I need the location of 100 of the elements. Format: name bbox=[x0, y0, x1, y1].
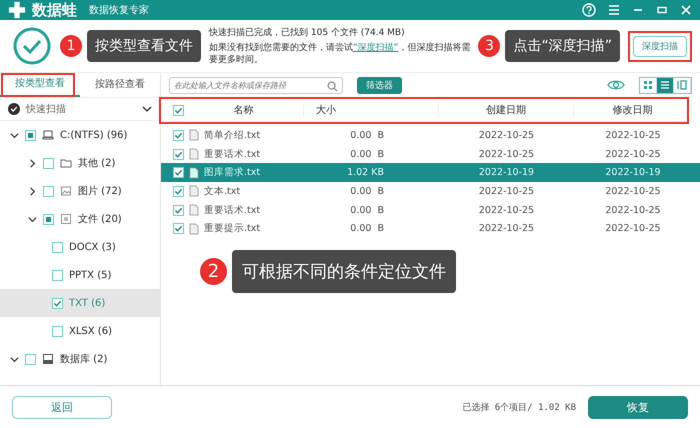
row-checkbox[interactable] bbox=[173, 204, 184, 216]
tree-item[interactable]: 数据库 (2) bbox=[0, 345, 160, 373]
tree-item[interactable]: 文件 (20) bbox=[0, 205, 160, 233]
view-tab[interactable]: 按类型查看 bbox=[0, 73, 80, 97]
file-name: 文本.txt bbox=[204, 184, 240, 198]
tree-checkbox[interactable] bbox=[52, 270, 63, 280]
back-button[interactable]: 返回 bbox=[12, 396, 112, 418]
tree-checkbox[interactable] bbox=[52, 326, 63, 336]
row-checkbox[interactable] bbox=[173, 130, 184, 141]
view-tab[interactable]: 按路径查看 bbox=[80, 74, 160, 96]
tree-checkbox[interactable] bbox=[43, 186, 54, 196]
step-number-badge: 3 bbox=[478, 35, 500, 57]
chevron-down-icon[interactable] bbox=[10, 130, 19, 140]
deep-scan-button[interactable]: 深度扫描 bbox=[633, 36, 687, 56]
tree-item[interactable]: PPTX (5) bbox=[0, 261, 160, 289]
tree-checkbox[interactable] bbox=[43, 158, 54, 168]
modified-date: 2022-10-25 bbox=[604, 148, 662, 160]
created-date: 2022-10-25 bbox=[478, 223, 536, 234]
modified-date: 2022-10-25 bbox=[604, 130, 662, 141]
file-size: 0.00 B bbox=[349, 148, 385, 160]
help-icon[interactable] bbox=[582, 3, 596, 17]
select-all-checkbox[interactable] bbox=[173, 104, 184, 116]
file-size: 1.02 KB bbox=[346, 167, 385, 178]
columns-icon bbox=[677, 80, 687, 90]
tree-item-label: TXT (6) bbox=[69, 298, 106, 308]
file-row[interactable]: 图库需求.txt 1.02 KB 2022-10-19 2022-10-19 bbox=[161, 163, 700, 182]
tree-checkbox[interactable] bbox=[25, 354, 36, 364]
callout-tooltip: 可根据不同的条件定位文件 bbox=[232, 250, 456, 293]
row-checkbox[interactable] bbox=[173, 223, 184, 234]
file-name: 重要话术.txt bbox=[204, 204, 260, 217]
tree-item-label: C:(NTFS) (96) bbox=[60, 130, 128, 140]
chevron-down-icon[interactable] bbox=[10, 354, 19, 364]
created-date: 2022-10-19 bbox=[478, 167, 536, 178]
recover-button[interactable]: 恢复 bbox=[588, 396, 688, 418]
list-view-button[interactable] bbox=[657, 78, 674, 92]
eye-icon[interactable] bbox=[607, 79, 625, 91]
file-name: 简单介绍.txt bbox=[204, 128, 260, 142]
menu-icon[interactable] bbox=[608, 4, 620, 16]
file-row[interactable]: 重要话术.txt 0.00 B 2022-10-25 2022-10-25 bbox=[161, 144, 700, 164]
chevron-right-icon[interactable] bbox=[28, 186, 37, 196]
list-icon bbox=[660, 80, 670, 90]
tree-item-label: 其他 (2) bbox=[78, 156, 116, 170]
deep-scan-link[interactable]: “深度扫描” bbox=[353, 42, 398, 52]
chevron-down-icon[interactable] bbox=[142, 104, 152, 114]
scan-mode-label: 快速扫描 bbox=[26, 102, 66, 116]
tree-item[interactable]: DOCX (3) bbox=[0, 233, 160, 261]
file-size: 0.00 B bbox=[349, 204, 385, 216]
created-date: 2022-10-25 bbox=[478, 148, 536, 160]
tree-item-label: PPTX (5) bbox=[69, 270, 112, 280]
tree-checkbox[interactable] bbox=[52, 242, 63, 252]
search-icon[interactable] bbox=[327, 80, 338, 92]
file-icon bbox=[189, 185, 199, 198]
file-icon bbox=[189, 148, 199, 160]
filter-button[interactable]: 筛选器 bbox=[357, 76, 402, 94]
file-icon bbox=[189, 204, 199, 216]
tree-item-label: XLSX (6) bbox=[69, 326, 112, 336]
file-row[interactable]: 重要提示.txt 0.00 B 2022-10-25 2022-10-25 bbox=[161, 219, 700, 238]
file-row[interactable]: 重要话术.txt 0.00 B 2022-10-25 2022-10-25 bbox=[161, 200, 700, 220]
modified-date: 2022-10-25 bbox=[604, 204, 662, 216]
selection-status: 已选择 6个项目/ 1.02 KB bbox=[462, 402, 576, 414]
modified-date: 2022-10-19 bbox=[604, 167, 662, 178]
cross-logo-icon bbox=[8, 1, 26, 19]
maximize-icon[interactable] bbox=[656, 4, 668, 16]
callout-tooltip: 点击“深度扫描” bbox=[505, 30, 620, 62]
tree-item[interactable]: C:(NTFS) (96) bbox=[0, 121, 160, 149]
app-name: 数据蛙 bbox=[32, 0, 77, 20]
tree-item-label: 图片 (72) bbox=[78, 184, 122, 198]
file-size: 0.00 B bbox=[349, 130, 385, 141]
drive-icon bbox=[42, 129, 54, 141]
row-checkbox[interactable] bbox=[173, 148, 184, 160]
app-subtitle: 数据恢复专家 bbox=[89, 4, 149, 17]
file-size: 0.00 B bbox=[349, 186, 385, 197]
folder-icon bbox=[60, 157, 72, 169]
created-date: 2022-10-25 bbox=[478, 186, 536, 197]
column-header[interactable]: 名称 bbox=[184, 103, 303, 117]
created-date: 2022-10-25 bbox=[478, 130, 536, 141]
tree-item[interactable]: XLSX (6) bbox=[0, 317, 160, 345]
tree-checkbox[interactable] bbox=[25, 130, 36, 140]
tree-checkbox[interactable] bbox=[52, 298, 63, 308]
chevron-right-icon[interactable] bbox=[28, 158, 37, 168]
tree-item[interactable]: 其他 (2) bbox=[0, 149, 160, 177]
file-row[interactable]: 简单介绍.txt 0.00 B 2022-10-25 2022-10-25 bbox=[161, 126, 700, 145]
tree-item[interactable]: 图片 (72) bbox=[0, 177, 160, 205]
file-row[interactable]: 文本.txt 0.00 B 2022-10-25 2022-10-25 bbox=[161, 182, 700, 201]
callout-tooltip: 按类型查看文件 bbox=[87, 30, 201, 62]
column-header[interactable]: 大小 bbox=[304, 103, 439, 117]
column-header[interactable]: 修改日期 bbox=[574, 103, 692, 117]
chevron-down-icon[interactable] bbox=[28, 214, 37, 224]
created-date: 2022-10-25 bbox=[478, 204, 536, 216]
search-field[interactable]: 在此处输入文件名称或保存路径 bbox=[169, 76, 343, 94]
file-name: 图库需求.txt bbox=[204, 166, 260, 180]
modified-date: 2022-10-25 bbox=[604, 223, 662, 234]
tree-checkbox[interactable] bbox=[43, 214, 54, 224]
row-checkbox[interactable] bbox=[173, 167, 184, 178]
column-header[interactable]: 创建日期 bbox=[439, 103, 574, 117]
image-icon bbox=[60, 185, 72, 197]
step-number-badge: 2 bbox=[200, 258, 227, 285]
close-icon[interactable] bbox=[680, 4, 692, 16]
file-icon bbox=[189, 222, 199, 235]
row-checkbox[interactable] bbox=[173, 186, 184, 197]
